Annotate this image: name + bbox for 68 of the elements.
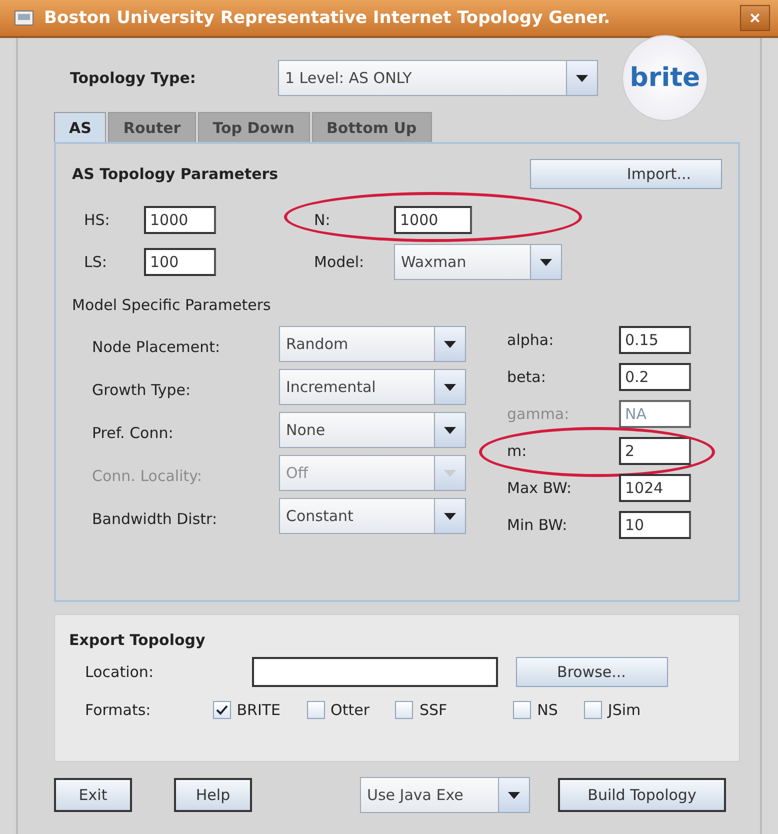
field-label: Topology Type: bbox=[70, 69, 197, 87]
dropdown[interactable]: Incremental bbox=[279, 369, 466, 405]
section-title: AS Topology Parameters bbox=[72, 165, 278, 183]
caret-icon bbox=[444, 426, 456, 434]
input-field[interactable]: 100 bbox=[144, 248, 216, 276]
field-label: beta: bbox=[507, 368, 547, 386]
field-label: Model: bbox=[314, 253, 366, 271]
exit-button[interactable]: Exit bbox=[54, 778, 132, 812]
caret-icon bbox=[508, 792, 520, 798]
caret-icon bbox=[444, 470, 456, 476]
field-label: Bandwidth Distr: bbox=[92, 508, 218, 530]
field-label: Growth Type: bbox=[92, 380, 192, 400]
app-icon bbox=[14, 8, 34, 28]
tab[interactable]: AS bbox=[54, 112, 106, 142]
field-label: m: bbox=[507, 442, 528, 460]
field-label: Conn. Locality: bbox=[92, 466, 203, 486]
field-label: N: bbox=[314, 211, 332, 229]
checkbox[interactable] bbox=[212, 701, 231, 719]
location-field[interactable] bbox=[252, 657, 498, 687]
field-label: LS: bbox=[84, 253, 108, 271]
section-title: Model Specific Parameters bbox=[72, 296, 272, 314]
tab[interactable]: Router bbox=[108, 112, 196, 142]
caret-icon bbox=[444, 512, 456, 520]
dropdown[interactable]: Constant bbox=[279, 498, 466, 534]
checkbox-label[interactable]: SSF bbox=[419, 701, 448, 719]
checkbox-label[interactable]: NS bbox=[537, 701, 558, 719]
caret-icon bbox=[444, 384, 456, 390]
input-field[interactable]: 2 bbox=[619, 437, 691, 465]
input-field[interactable]: 1000 bbox=[144, 206, 216, 234]
dropdown[interactable]: Use Java Exe bbox=[360, 777, 530, 813]
field-label: Location: bbox=[85, 663, 154, 681]
checkbox-label[interactable]: Otter bbox=[330, 701, 370, 719]
input-field[interactable]: 1024 bbox=[619, 474, 691, 502]
tab[interactable]: Top Down bbox=[198, 112, 310, 142]
field-label: gamma: bbox=[507, 405, 570, 423]
input-field[interactable]: 0.15 bbox=[619, 326, 691, 354]
checkbox[interactable] bbox=[395, 701, 414, 719]
field-label: Max BW: bbox=[507, 479, 573, 497]
dropdown[interactable]: 1 Level: AS ONLY bbox=[278, 60, 598, 96]
dropdown[interactable]: Random bbox=[279, 326, 466, 362]
input-field[interactable]: 1000 bbox=[394, 206, 472, 234]
checkbox[interactable] bbox=[306, 701, 325, 719]
window-title: Boston University Representative Internet Topology Gener. bbox=[44, 8, 612, 28]
build-button[interactable]: Build Topology bbox=[558, 778, 726, 812]
caret-icon bbox=[540, 258, 552, 266]
field-label: Node Placement: bbox=[92, 336, 222, 358]
field-label: Min BW: bbox=[507, 516, 568, 534]
caret-icon bbox=[576, 74, 588, 82]
logo-text: brite bbox=[630, 63, 700, 93]
checkbox[interactable] bbox=[584, 701, 602, 719]
checkbox-label[interactable]: JSim bbox=[608, 701, 641, 719]
check-icon bbox=[216, 705, 228, 715]
dropdown[interactable]: None bbox=[279, 412, 466, 448]
checkbox[interactable] bbox=[513, 701, 532, 719]
field-label: alpha: bbox=[507, 331, 555, 349]
field-label: Pref. Conn: bbox=[92, 422, 174, 444]
caret-icon bbox=[444, 340, 456, 348]
field-label: Formats: bbox=[85, 701, 151, 719]
section-title: Export Topology bbox=[69, 631, 206, 649]
import-button[interactable]: Import... bbox=[530, 159, 722, 189]
browse-button[interactable]: Browse... bbox=[516, 657, 668, 687]
tab[interactable]: Bottom Up bbox=[312, 112, 432, 142]
checkbox-label[interactable]: BRITE bbox=[236, 701, 281, 719]
input-field[interactable]: 0.2 bbox=[619, 363, 691, 391]
input-field[interactable]: 10 bbox=[619, 511, 691, 539]
field-label: HS: bbox=[84, 211, 111, 229]
dropdown[interactable]: Waxman bbox=[394, 244, 562, 280]
help-button[interactable]: Help bbox=[174, 778, 252, 812]
